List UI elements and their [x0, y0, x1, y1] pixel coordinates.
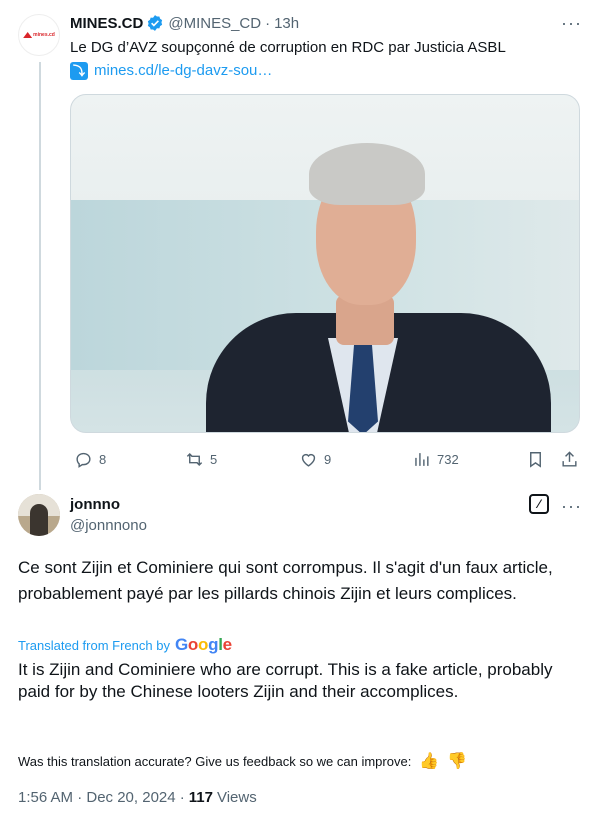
reply-views-label: Views	[216, 789, 257, 806]
parent-tweet-text: Le DG d’AVZ soupçonné de corruption en R…	[70, 39, 506, 56]
repost-count: 5	[210, 451, 218, 467]
analytics-icon	[415, 452, 429, 466]
thumbs-down-icon[interactable]: 👎	[447, 751, 467, 771]
like-button[interactable]: 9	[299, 446, 331, 472]
reply-author-name[interactable]: jonnno	[70, 496, 120, 513]
author-handle[interactable]: @MINES_CD	[168, 15, 261, 32]
tweet-time[interactable]: 13h	[274, 15, 299, 32]
reply-translated-text: It is Zijin and Cominiere who are corrup…	[18, 660, 553, 701]
link-arrow-icon: ⤵	[70, 62, 88, 80]
tweet-action-bar: 8 5 9 732	[70, 446, 582, 472]
article-link-text[interactable]: mines.cd/le-dg-davz-sou…	[94, 61, 272, 81]
reply-button[interactable]: 8	[74, 446, 106, 472]
feedback-prompt: Was this translation accurate? Give us f…	[18, 753, 412, 769]
views-button[interactable]: 732	[412, 446, 459, 472]
author-name[interactable]: MINES.CD	[70, 15, 143, 32]
more-icon[interactable]: ···	[561, 496, 582, 517]
thread-connector-line	[39, 62, 41, 490]
reply-timestamp[interactable]: 1:56 AM · Dec 20, 2024 ·	[18, 789, 185, 806]
repost-button[interactable]: 5	[185, 446, 217, 472]
repost-icon	[186, 452, 203, 466]
translation-attribution[interactable]: Translated from French by Google	[18, 635, 232, 655]
bookmark-icon	[530, 451, 541, 468]
bookmark-button[interactable]	[526, 446, 545, 472]
tweet-media-photo[interactable]	[70, 94, 580, 433]
share-icon	[562, 450, 577, 467]
jonnno-avatar[interactable]	[18, 494, 60, 536]
verified-badge-icon	[148, 15, 163, 31]
translated-from-label: Translated from French by	[18, 637, 170, 653]
grok-icon[interactable]: ⁄	[529, 494, 549, 514]
thumbs-up-icon[interactable]: 👍	[419, 751, 439, 771]
reply-views-count: 117	[188, 789, 213, 806]
reply-metadata: 1:56 AM · Dec 20, 2024 · 117 Views	[18, 789, 257, 806]
share-button[interactable]	[560, 446, 579, 472]
separator-dot: ·	[265, 14, 271, 32]
translation-feedback: Was this translation accurate? Give us f…	[18, 751, 467, 771]
parent-tweet-header: MINES.CD @MINES_CD · 13h ···	[70, 12, 582, 34]
article-link[interactable]: ⤵ mines.cd/le-dg-davz-sou…	[70, 61, 272, 81]
mines-cd-logo: mines.cd	[23, 32, 55, 38]
more-icon[interactable]: ···	[561, 14, 582, 32]
like-count: 9	[324, 451, 332, 467]
reply-icon	[76, 452, 91, 468]
like-icon	[301, 453, 316, 467]
reply-count: 8	[99, 451, 107, 467]
reply-author-handle[interactable]: @jonnnono	[70, 517, 147, 534]
views-count: 732	[437, 451, 459, 467]
mines-cd-avatar[interactable]: mines.cd	[18, 14, 60, 56]
google-logo: Google	[174, 635, 232, 654]
reply-original-text: Ce sont Zijin et Cominiere qui sont corr…	[18, 558, 553, 603]
